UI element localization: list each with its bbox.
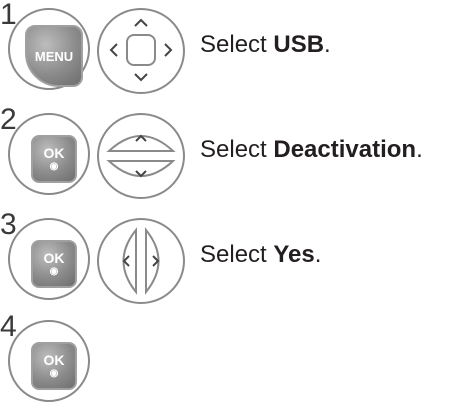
caption-prefix: Select (200, 241, 274, 268)
four-way-navigation-pad-icon[interactable] (97, 8, 185, 94)
ok-button-ring: OK ◉ (8, 218, 90, 300)
step-3: 3 OK ◉ Select Yes. (0, 210, 462, 310)
ok-button-label: OK (43, 250, 65, 266)
caption-suffix: . (416, 136, 423, 163)
caption-bold: Yes (273, 241, 315, 268)
left-right-graphic (122, 227, 160, 295)
up-down-graphic (106, 134, 176, 178)
step-2: 2 OK ◉ Select Deactivation. (0, 105, 462, 205)
caption-prefix: Select (200, 136, 274, 163)
ok-button-ring: OK ◉ (8, 113, 90, 195)
step-3-caption: Select Yes. (200, 240, 321, 270)
caption-bold: USB (273, 31, 325, 58)
ok-button[interactable]: OK ◉ (31, 135, 77, 183)
ok-button-label: OK (43, 352, 65, 368)
left-arrow-icon (109, 43, 118, 57)
up-arrow-icon (134, 18, 148, 27)
caption-bold: Deactivation (273, 136, 417, 163)
ok-dot-icon: ◉ (49, 161, 59, 172)
menu-button-ring: MENU (8, 8, 90, 90)
menu-button[interactable]: MENU (25, 25, 83, 87)
ok-button-label: OK (43, 145, 65, 161)
step-1: 1 MENU Select USB. (0, 0, 462, 100)
step-4: 4 OK ◉ (0, 312, 462, 412)
navigation-pad-graphic (109, 18, 173, 82)
up-down-navigation-icon[interactable] (97, 113, 185, 199)
caption-prefix: Select (200, 31, 274, 58)
menu-button-label: MENU (34, 48, 74, 64)
step-1-caption: Select USB. (200, 30, 331, 60)
ok-button[interactable]: OK ◉ (31, 240, 77, 288)
ok-dot-icon: ◉ (49, 266, 59, 277)
left-right-navigation-icon[interactable] (97, 218, 185, 304)
ok-button-ring: OK ◉ (8, 320, 90, 402)
step-2-caption: Select Deactivation. (200, 135, 423, 165)
ok-button[interactable]: OK ◉ (31, 342, 77, 390)
caption-suffix: . (324, 31, 331, 58)
ok-dot-icon: ◉ (49, 368, 59, 379)
right-arrow-icon (164, 43, 173, 57)
caption-suffix: . (314, 241, 322, 268)
down-arrow-icon (134, 73, 148, 82)
